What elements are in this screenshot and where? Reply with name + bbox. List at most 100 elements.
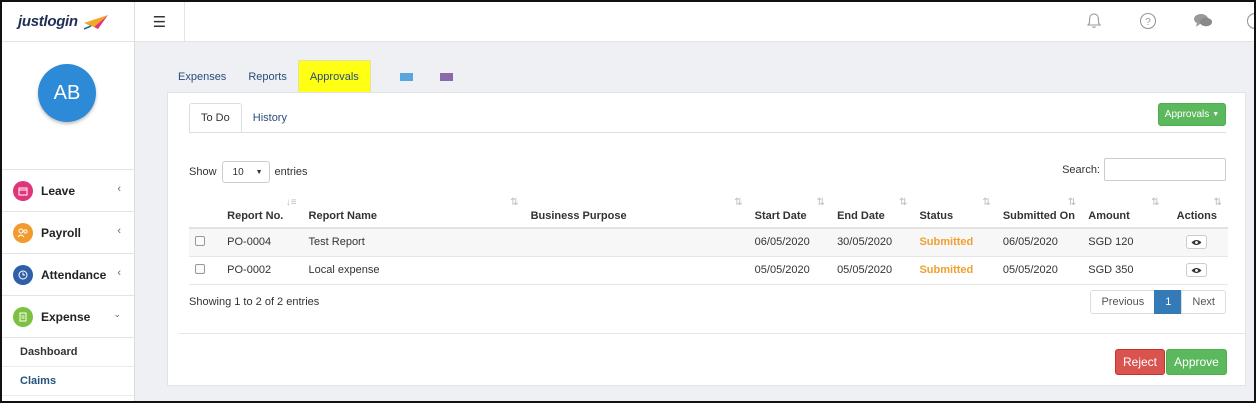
column-header-report-no[interactable]: ↓≡ Report No. bbox=[221, 193, 303, 229]
sort-icon: ⇅ bbox=[982, 197, 991, 208]
eye-icon bbox=[1191, 267, 1202, 273]
approve-button[interactable]: Approve bbox=[1166, 349, 1227, 375]
tab-expenses[interactable]: Expenses bbox=[167, 62, 237, 92]
paper-plane-icon bbox=[83, 14, 108, 30]
cell-amount: SGD 120 bbox=[1082, 228, 1166, 257]
tab-history[interactable]: History bbox=[242, 103, 298, 133]
cell-report-name: Test Report bbox=[302, 228, 525, 257]
sort-icon: ⇅ bbox=[1151, 197, 1160, 208]
row-checkbox[interactable] bbox=[195, 235, 205, 246]
status-badge: Submitted bbox=[913, 256, 997, 285]
reject-button[interactable]: Reject bbox=[1115, 349, 1165, 375]
chevron-left-icon: ‹ bbox=[117, 267, 121, 279]
search-bar: Search: bbox=[1062, 158, 1226, 181]
column-header-end-date[interactable]: ⇅ End Date bbox=[831, 193, 914, 229]
sidebar-item-label: Leave bbox=[41, 183, 76, 198]
logo[interactable]: justlogin bbox=[2, 2, 134, 42]
app-window: justlogin AB Leave ‹ Payroll ‹ Attendanc… bbox=[0, 0, 1256, 403]
page-1-button[interactable]: 1 bbox=[1154, 290, 1183, 314]
column-header-status[interactable]: ⇅ Status bbox=[913, 193, 997, 229]
column-header-start-date[interactable]: ⇅ Start Date bbox=[748, 193, 832, 229]
cell-business-purpose bbox=[524, 228, 749, 257]
divider bbox=[189, 132, 1226, 133]
avatar[interactable]: AB bbox=[38, 64, 96, 122]
column-header-actions[interactable]: ⇅ Actions bbox=[1165, 193, 1228, 229]
svg-text:?: ? bbox=[1145, 17, 1151, 28]
people-icon bbox=[13, 222, 33, 243]
cell-report-no: PO-0002 bbox=[221, 256, 303, 285]
table-row[interactable]: PO-0002 Local expense 05/05/2020 05/05/2… bbox=[189, 256, 1228, 285]
table-header-row: ↓≡ Report No. ⇅ Report Name ⇅ Business Purp… bbox=[189, 193, 1228, 229]
sort-icon: ⇅ bbox=[734, 197, 743, 208]
entries-select[interactable]: 10 ▼ bbox=[221, 161, 270, 183]
sidebar-item-payroll[interactable]: Payroll ‹ bbox=[2, 212, 134, 254]
chevron-left-icon: ‹ bbox=[117, 183, 121, 195]
chevron-left-icon: ‹ bbox=[117, 225, 121, 237]
tab-to-do[interactable]: To Do bbox=[189, 103, 242, 133]
caret-down-icon: ▼ bbox=[1212, 111, 1220, 118]
column-header-submitted-on[interactable]: ⇅ Submitted On bbox=[996, 193, 1083, 229]
table-row[interactable]: PO-0004 Test Report 06/05/2020 30/05/202… bbox=[189, 228, 1228, 257]
help-icon[interactable]: ? bbox=[1138, 11, 1158, 31]
eye-icon bbox=[1191, 239, 1202, 245]
calendar-icon bbox=[13, 180, 33, 201]
sort-icon: ⇅ bbox=[510, 197, 519, 208]
approvals-table: ↓≡ Report No. ⇅ Report Name ⇅ Business Purp… bbox=[189, 193, 1228, 285]
view-button[interactable] bbox=[1186, 263, 1208, 277]
main-tabs: Expenses Reports Approvals bbox=[167, 60, 469, 92]
sort-icon: ⇅ bbox=[899, 197, 908, 208]
color-swatch-purple[interactable] bbox=[439, 73, 453, 81]
select-column-header bbox=[189, 193, 222, 229]
chevron-down-icon: ⌄ bbox=[113, 309, 121, 319]
settings-icon[interactable] bbox=[1245, 11, 1254, 31]
pagination: Previous 1 Next bbox=[1090, 290, 1226, 314]
cell-amount: SGD 350 bbox=[1082, 256, 1166, 285]
entries-select-value: 10 bbox=[232, 166, 244, 178]
sidebar-subitem-claims[interactable]: Claims bbox=[2, 367, 134, 396]
sidebar-item-expense[interactable]: Expense ⌄ bbox=[2, 296, 134, 338]
cell-business-purpose bbox=[524, 256, 749, 285]
status-badge: Submitted bbox=[913, 228, 997, 257]
tab-reports[interactable]: Reports bbox=[237, 62, 298, 92]
cell-report-name: Local expense bbox=[302, 256, 525, 285]
approvals-panel: To Do History Approvals ▼ Show 10 ▼ entr… bbox=[167, 92, 1246, 386]
profile-area: AB bbox=[2, 42, 134, 170]
divider bbox=[179, 333, 1245, 334]
sort-icon: ⇅ bbox=[1067, 197, 1077, 208]
row-checkbox[interactable] bbox=[195, 263, 205, 274]
cell-submitted-on: 05/05/2020 bbox=[996, 256, 1083, 285]
topbar: ☰ ? bbox=[135, 2, 1254, 42]
caret-down-icon: ▼ bbox=[255, 168, 263, 176]
column-header-report-name[interactable]: ⇅ Report Name bbox=[302, 193, 525, 229]
cell-start-date: 05/05/2020 bbox=[748, 256, 832, 285]
column-header-amount[interactable]: ⇅ Amount bbox=[1082, 193, 1166, 229]
column-header-business-purpose[interactable]: ⇅ Business Purpose bbox=[524, 193, 749, 229]
sidebar-item-attendance[interactable]: Attendance ‹ bbox=[2, 254, 134, 296]
sort-icon: ⇅ bbox=[816, 197, 826, 208]
cell-start-date: 06/05/2020 bbox=[748, 228, 832, 257]
length-menu: Show 10 ▼ entries bbox=[189, 161, 308, 183]
menu-toggle-icon[interactable]: ☰ bbox=[135, 2, 185, 41]
color-swatch-blue[interactable] bbox=[399, 73, 413, 81]
bell-icon[interactable] bbox=[1084, 11, 1104, 31]
show-label: Show bbox=[189, 166, 217, 178]
approvals-dropdown-button[interactable]: Approvals ▼ bbox=[1158, 103, 1226, 126]
search-input[interactable] bbox=[1104, 158, 1226, 181]
table-info: Showing 1 to 2 of 2 entries bbox=[189, 296, 320, 308]
next-page-button[interactable]: Next bbox=[1181, 290, 1226, 314]
search-label: Search: bbox=[1062, 163, 1100, 176]
sidebar-item-label: Attendance bbox=[41, 267, 107, 282]
sidebar: justlogin AB Leave ‹ Payroll ‹ Attendanc… bbox=[2, 2, 135, 401]
approvals-button-label: Approvals bbox=[1164, 109, 1210, 120]
entries-label: entries bbox=[274, 166, 308, 178]
logo-text: justlogin bbox=[18, 13, 78, 30]
sub-tabs: To Do History bbox=[189, 103, 298, 133]
previous-page-button[interactable]: Previous bbox=[1090, 290, 1156, 314]
sidebar-item-label: Expense bbox=[41, 309, 91, 324]
sidebar-subitem-dashboard[interactable]: Dashboard bbox=[2, 338, 134, 367]
receipt-icon bbox=[13, 306, 33, 327]
chat-icon[interactable] bbox=[1193, 11, 1213, 31]
sidebar-item-leave[interactable]: Leave ‹ bbox=[2, 170, 134, 212]
tab-approvals[interactable]: Approvals bbox=[297, 60, 371, 92]
view-button[interactable] bbox=[1186, 235, 1208, 250]
